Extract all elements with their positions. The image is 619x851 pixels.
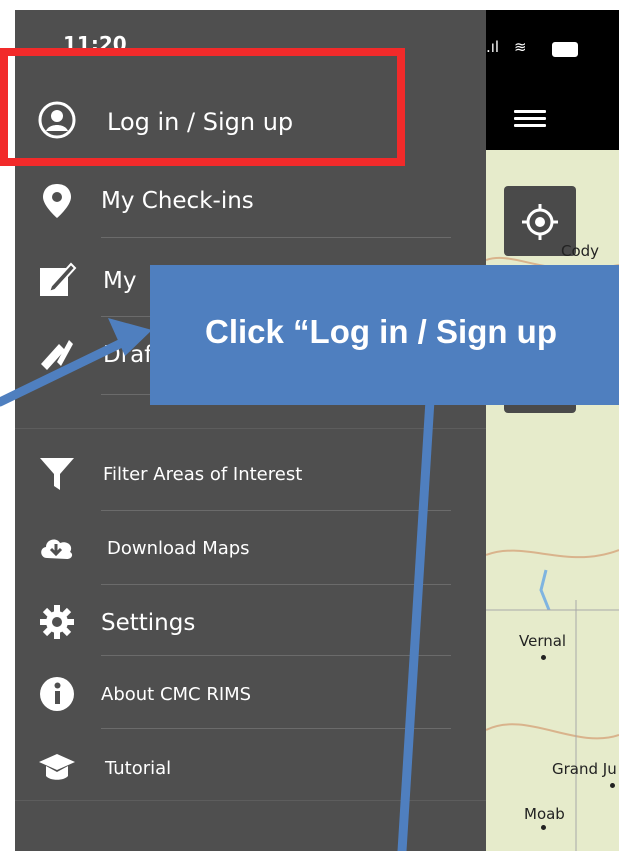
gear-icon xyxy=(40,605,74,639)
drawer-item-settings[interactable]: Settings xyxy=(15,602,486,652)
map-top-bar: .ıl ≋ xyxy=(486,10,619,150)
city-dot xyxy=(610,783,615,788)
map-label-grand-junction: Grand Ju xyxy=(552,760,617,778)
map-label-moab: Moab xyxy=(524,805,565,823)
edit-icon xyxy=(40,262,77,296)
drawer-item-label: My xyxy=(103,268,137,294)
drawer-item-label: Log in / Sign up xyxy=(107,108,294,136)
city-dot xyxy=(541,825,546,830)
drawer-item-label: My Check-ins xyxy=(101,188,254,214)
location-pin-icon xyxy=(43,184,71,218)
city-dot xyxy=(541,655,546,660)
divider xyxy=(101,237,451,238)
drawer-item-tutorial[interactable]: Tutorial xyxy=(15,748,486,796)
drawer-item-about[interactable]: About CMC RIMS xyxy=(15,674,486,722)
drawer-item-label: About CMC RIMS xyxy=(101,684,252,705)
divider xyxy=(101,510,451,511)
status-time: 11:20 xyxy=(63,32,127,56)
signal-icon: .ıl xyxy=(486,38,500,56)
drawer-item-label: Filter Areas of Interest xyxy=(103,464,303,485)
phone-screen: .ıl ≋ Cody Vernal Grand Ju Moab 11:20 Lo… xyxy=(15,10,619,851)
hamburger-menu-icon[interactable] xyxy=(514,106,546,132)
map-label-vernal: Vernal xyxy=(519,632,567,650)
divider xyxy=(101,584,451,585)
filter-icon xyxy=(40,458,74,490)
drawer-item-filter[interactable]: Filter Areas of Interest xyxy=(15,454,486,502)
battery-icon xyxy=(552,42,578,57)
drawer-item-download-maps[interactable]: Download Maps xyxy=(15,528,486,576)
section-divider xyxy=(15,428,486,429)
cloud-download-icon xyxy=(41,539,73,559)
map-label-cody: Cody xyxy=(561,242,600,260)
map-view[interactable]: .ıl ≋ Cody Vernal Grand Ju Moab xyxy=(486,10,619,851)
drawer-item-login[interactable]: Log in / Sign up xyxy=(15,100,486,156)
drawer-item-label: Tutorial xyxy=(105,758,172,779)
info-icon xyxy=(40,677,74,711)
drawer-item-label: Settings xyxy=(101,610,196,636)
drawer-item-label: Download Maps xyxy=(107,538,250,559)
instruction-callout: Click “Log in / Sign up xyxy=(150,265,619,405)
navigation-drawer: 11:20 Log in / Sign up My Check-ins My D… xyxy=(15,10,486,851)
drawer-item-my-checkins[interactable]: My Check-ins xyxy=(15,180,486,236)
wifi-icon: ≋ xyxy=(514,38,527,56)
user-circle-icon xyxy=(38,101,76,139)
divider xyxy=(101,655,451,656)
divider xyxy=(101,728,451,729)
section-divider xyxy=(15,800,486,801)
drawer-item-label: Draf xyxy=(103,342,153,368)
draft-tools-icon xyxy=(41,340,73,370)
callout-text: Click “Log in / Sign up xyxy=(205,313,557,350)
graduation-cap-icon xyxy=(39,754,75,780)
